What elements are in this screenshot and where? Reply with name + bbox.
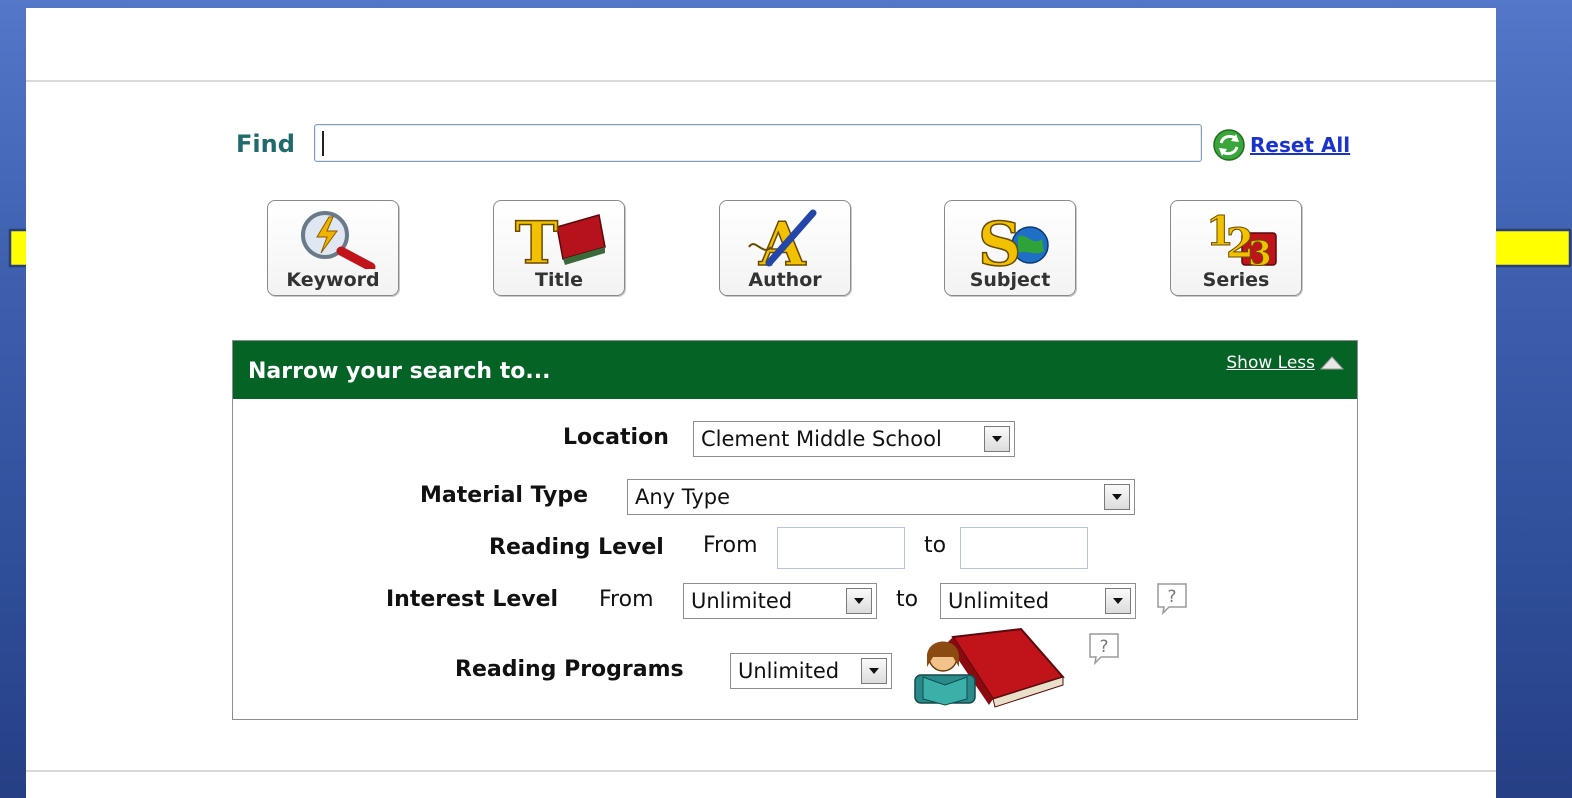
chevron-down-icon — [1112, 494, 1122, 500]
series-button[interactable]: 1 2 3 Series — [1170, 200, 1302, 296]
chevron-down-icon — [854, 598, 864, 604]
location-select[interactable]: Clement Middle School — [693, 421, 1015, 457]
location-label: Location — [563, 425, 669, 450]
title-button-label: Title — [535, 269, 583, 291]
interest-level-to-dropdown-button[interactable] — [1105, 588, 1131, 614]
text-caret — [322, 131, 324, 156]
author-button-label: Author — [748, 269, 822, 291]
narrow-search-header: Narrow your search to... Show Less — [233, 341, 1357, 399]
chevron-down-icon — [1113, 598, 1123, 604]
material-type-select-value: Any Type — [635, 485, 731, 509]
reset-all-link[interactable]: Reset All — [1212, 128, 1350, 162]
reading-level-from-label: From — [703, 533, 758, 558]
interest-level-to-select[interactable]: Unlimited — [940, 583, 1136, 619]
svg-text:A: A — [758, 210, 807, 269]
show-less-link[interactable]: Show Less — [1226, 353, 1345, 373]
interest-level-from-value: Unlimited — [691, 589, 793, 613]
search-panel: Find Reset All Keyword T Title A Author … — [26, 8, 1496, 798]
interest-level-help-icon[interactable]: ? — [1155, 581, 1189, 615]
location-dropdown-button[interactable] — [984, 426, 1010, 452]
book-title-icon: T — [514, 208, 606, 269]
material-type-dropdown-button[interactable] — [1104, 484, 1130, 510]
find-label: Find — [236, 130, 295, 158]
interest-level-to-label: to — [896, 587, 919, 612]
top-divider — [26, 80, 1496, 82]
chevron-up-icon — [1319, 356, 1345, 370]
svg-text:3: 3 — [1248, 234, 1272, 269]
svg-text:S: S — [978, 210, 1021, 269]
author-button[interactable]: A Author — [719, 200, 851, 296]
chevron-down-icon — [869, 668, 879, 674]
reading-programs-value: Unlimited — [738, 659, 840, 683]
material-type-select[interactable]: Any Type — [627, 479, 1135, 515]
reading-level-from-input[interactable] — [777, 527, 905, 569]
svg-text:T: T — [515, 209, 558, 269]
interest-level-to-value: Unlimited — [948, 589, 1050, 613]
find-input[interactable] — [314, 124, 1202, 162]
reading-programs-select[interactable]: Unlimited — [730, 653, 892, 689]
interest-level-from-dropdown-button[interactable] — [846, 588, 872, 614]
show-less-label: Show Less — [1226, 353, 1315, 373]
chevron-down-icon — [992, 436, 1002, 442]
title-button[interactable]: T Title — [493, 200, 625, 296]
keyword-button[interactable]: Keyword — [267, 200, 399, 296]
subject-button-label: Subject — [969, 269, 1051, 291]
magnifier-lightning-icon — [301, 211, 376, 269]
globe-letter-s-icon: S — [977, 209, 1049, 269]
narrow-search-title: Narrow your search to... — [248, 359, 551, 384]
interest-level-from-select[interactable]: Unlimited — [683, 583, 877, 619]
location-select-value: Clement Middle School — [701, 427, 942, 451]
pen-letter-a-icon: A — [748, 209, 817, 269]
bottom-divider — [26, 770, 1496, 772]
series-button-label: Series — [1202, 269, 1270, 291]
reading-programs-label: Reading Programs — [455, 657, 684, 682]
reading-programs-dropdown-button[interactable] — [861, 658, 887, 684]
reading-child-book-icon — [914, 627, 1065, 708]
subject-button[interactable]: S Subject — [944, 200, 1076, 296]
reading-level-to-input[interactable] — [960, 527, 1088, 569]
svg-text:?: ? — [1099, 637, 1108, 657]
material-type-label: Material Type — [420, 483, 589, 508]
svg-text:?: ? — [1167, 587, 1176, 607]
numbers-123-icon: 1 2 3 — [1206, 208, 1277, 269]
narrow-search-box: Narrow your search to... Show Less Locat… — [232, 340, 1358, 720]
refresh-icon — [1213, 129, 1245, 161]
interest-level-from-label: From — [599, 587, 654, 612]
reading-level-to-label: to — [924, 533, 947, 558]
reading-level-label: Reading Level — [489, 535, 664, 560]
reset-all-label: Reset All — [1250, 133, 1351, 157]
keyword-button-label: Keyword — [286, 269, 380, 291]
interest-level-label: Interest Level — [386, 587, 559, 612]
reading-programs-help-icon[interactable]: ? — [1087, 631, 1121, 665]
